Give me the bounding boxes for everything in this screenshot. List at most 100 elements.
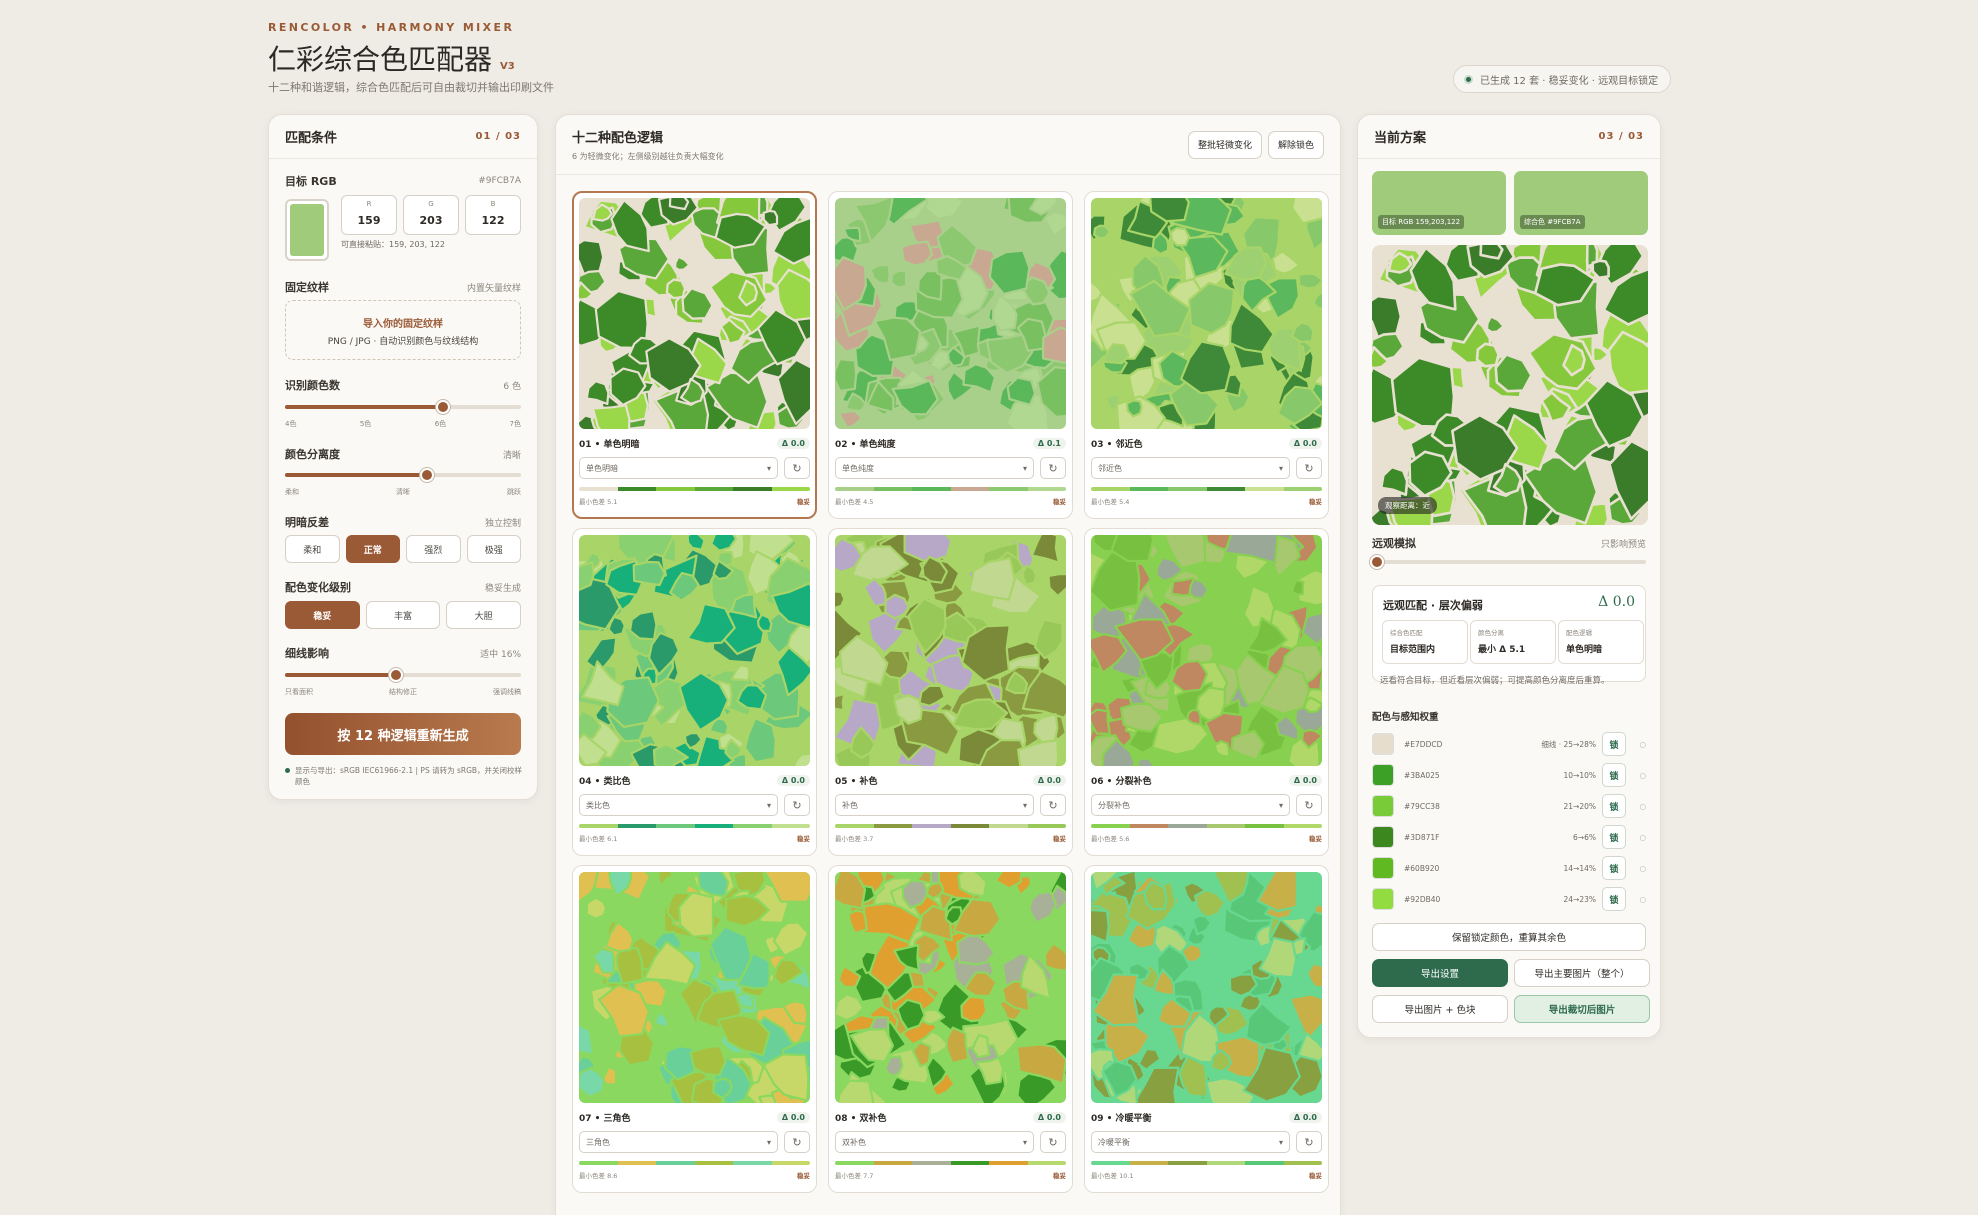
unlock-colors-button[interactable]: 解除锁色	[1267, 130, 1324, 159]
palette-segment	[1027, 487, 1066, 491]
radio-icon[interactable]: ○	[1626, 864, 1646, 873]
variation-option[interactable]: 丰富	[365, 601, 441, 629]
palette-segment	[1206, 824, 1245, 828]
palette-segment	[771, 824, 810, 828]
export-main-button[interactable]: 导出主要图片（整个）	[1514, 959, 1650, 987]
contrast-option[interactable]: 柔和	[285, 535, 340, 563]
refresh-icon[interactable]: ↻	[1040, 457, 1066, 479]
lock-button[interactable]: 锁	[1602, 763, 1626, 787]
g-input[interactable]: G 203	[403, 195, 459, 235]
color-chip[interactable]	[1372, 733, 1394, 755]
separation-slider[interactable]	[285, 468, 521, 482]
stability-tag: 稳妥	[797, 498, 810, 506]
pattern-preview[interactable]	[1372, 245, 1648, 525]
regenerate-button[interactable]: 按 12 种逻辑重新生成	[285, 713, 521, 755]
variation-option[interactable]: 稳妥	[285, 601, 360, 629]
variation-option[interactable]: 大胆	[446, 601, 522, 629]
radio-icon[interactable]: ○	[1626, 802, 1646, 811]
pattern-thumbnail[interactable]	[579, 535, 810, 766]
logic-card[interactable]: 08 • 双补色 Δ 0.0 双补色 ▾ ↻ 最小色差 7.7 稳妥	[828, 865, 1073, 1193]
chevron-down-icon: ▾	[766, 463, 771, 473]
palette-segment	[1129, 1161, 1168, 1165]
lock-button[interactable]: 锁	[1602, 794, 1626, 818]
logic-card[interactable]: 06 • 分裂补色 Δ 0.0 分裂补色 ▾ ↻ 最小色差 5.6 稳妥	[1084, 528, 1329, 856]
logic-select[interactable]: 双补色 ▾	[835, 1131, 1034, 1153]
line-influence-slider[interactable]	[285, 668, 521, 682]
summary-metric: 综合色匹配 目标范围内	[1382, 620, 1468, 664]
color-chip[interactable]	[1372, 764, 1394, 786]
distance-sim-slider[interactable]	[1370, 555, 1646, 569]
lock-button[interactable]: 锁	[1602, 887, 1626, 911]
refresh-icon[interactable]: ↻	[1296, 457, 1322, 479]
logic-card[interactable]: 03 • 邻近色 Δ 0.0 邻近色 ▾ ↻ 最小色差 5.4 稳妥	[1084, 191, 1329, 519]
color-chip[interactable]	[1372, 795, 1394, 817]
contrast-option[interactable]: 强烈	[406, 535, 461, 563]
refresh-icon[interactable]: ↻	[1040, 794, 1066, 816]
logic-card[interactable]: 02 • 单色纯度 Δ 0.1 单色纯度 ▾ ↻ 最小色差 4.5 稳妥	[828, 191, 1073, 519]
contrast-option[interactable]: 正常	[345, 535, 400, 563]
chevron-down-icon: ▾	[1278, 463, 1283, 473]
palette-segment	[733, 1161, 772, 1165]
weight-row: #92DB40 24→23% 锁 ○	[1372, 887, 1646, 911]
color-chip[interactable]	[1372, 888, 1394, 910]
radio-icon[interactable]: ○	[1626, 771, 1646, 780]
lock-button[interactable]: 锁	[1602, 856, 1626, 880]
pattern-thumbnail[interactable]	[579, 872, 810, 1103]
export-cropped-button[interactable]: 导出裁切后图片	[1514, 995, 1650, 1023]
palette-bar	[835, 487, 1066, 491]
radio-icon[interactable]: ○	[1626, 895, 1646, 904]
refresh-icon[interactable]: ↻	[1040, 1131, 1066, 1153]
contrast-option[interactable]: 极强	[466, 535, 521, 563]
recompute-rest-button[interactable]: 保留锁定颜色，重算其余色	[1372, 923, 1646, 951]
logic-card[interactable]: 01 • 单色明暗 Δ 0.0 单色明暗 ▾ ↻ 最小色差 5.1 稳妥	[572, 191, 817, 519]
lock-button[interactable]: 锁	[1602, 825, 1626, 849]
logic-select[interactable]: 三角色 ▾	[579, 1131, 778, 1153]
separation-label: 颜色分离度	[285, 448, 340, 461]
refresh-icon[interactable]: ↻	[784, 457, 810, 479]
radio-icon[interactable]: ○	[1626, 833, 1646, 842]
logic-select[interactable]: 邻近色 ▾	[1091, 457, 1290, 479]
logic-select[interactable]: 冷暖平衡 ▾	[1091, 1131, 1290, 1153]
logic-select[interactable]: 分裂补色 ▾	[1091, 794, 1290, 816]
refresh-icon[interactable]: ↻	[1296, 794, 1322, 816]
step-counter: 01 / 03	[475, 131, 521, 142]
export-settings-button[interactable]: 导出设置	[1372, 959, 1508, 987]
r-input[interactable]: R 159	[341, 195, 397, 235]
color-count-slider[interactable]	[285, 400, 521, 414]
pattern-thumbnail[interactable]	[835, 198, 1066, 429]
palette-bar	[1091, 1161, 1322, 1165]
color-chip[interactable]	[1372, 826, 1394, 848]
color-chip[interactable]	[1372, 857, 1394, 879]
b-input[interactable]: B 122	[465, 195, 521, 235]
refresh-icon[interactable]: ↻	[1296, 1131, 1322, 1153]
pattern-thumbnail[interactable]	[835, 872, 1066, 1103]
export-with-swatches-button[interactable]: 导出图片 + 色块	[1372, 995, 1508, 1023]
conditions-panel: 匹配条件 01 / 03 目标 RGB #9FCB7A R 159 G 203 B 122…	[268, 114, 538, 800]
pattern-thumbnail[interactable]	[1091, 198, 1322, 429]
logic-select[interactable]: 单色明暗 ▾	[579, 457, 778, 479]
lock-button[interactable]: 锁	[1602, 732, 1626, 756]
refresh-icon[interactable]: ↻	[784, 1131, 810, 1153]
pattern-thumbnail[interactable]	[835, 535, 1066, 766]
variation-segment: 稳妥 丰富 大胆	[285, 601, 522, 629]
logic-select[interactable]: 补色 ▾	[835, 794, 1034, 816]
palette-segment	[656, 487, 695, 491]
logic-card[interactable]: 04 • 类比色 Δ 0.0 类比色 ▾ ↻ 最小色差 6.1 稳妥	[572, 528, 817, 856]
stability-tag: 稳妥	[1309, 1172, 1322, 1180]
texture-upload-dropzone[interactable]: 导入你的固定纹样 PNG / JPG · 自动识别颜色与纹线结构	[285, 300, 521, 360]
panel-title: 匹配条件	[285, 131, 338, 146]
target-color-swatch[interactable]	[285, 199, 329, 261]
pattern-thumbnail[interactable]	[1091, 872, 1322, 1103]
logic-card[interactable]: 09 • 冷暖平衡 Δ 0.0 冷暖平衡 ▾ ↻ 最小色差 10.1 稳妥	[1084, 865, 1329, 1193]
logic-select[interactable]: 类比色 ▾	[579, 794, 778, 816]
delta-badge: Δ 0.0	[1032, 1112, 1066, 1123]
pattern-thumbnail[interactable]	[1091, 535, 1322, 766]
palette-segment	[835, 824, 874, 828]
batch-variation-button[interactable]: 整批轻微变化	[1187, 130, 1262, 159]
refresh-icon[interactable]: ↻	[784, 794, 810, 816]
pattern-thumbnail[interactable]	[579, 198, 810, 429]
logic-card[interactable]: 07 • 三角色 Δ 0.0 三角色 ▾ ↻ 最小色差 8.6 稳妥	[572, 865, 817, 1193]
logic-select[interactable]: 单色纯度 ▾	[835, 457, 1034, 479]
logic-card[interactable]: 05 • 补色 Δ 0.0 补色 ▾ ↻ 最小色差 3.7 稳妥	[828, 528, 1073, 856]
radio-icon[interactable]: ○	[1626, 740, 1646, 749]
